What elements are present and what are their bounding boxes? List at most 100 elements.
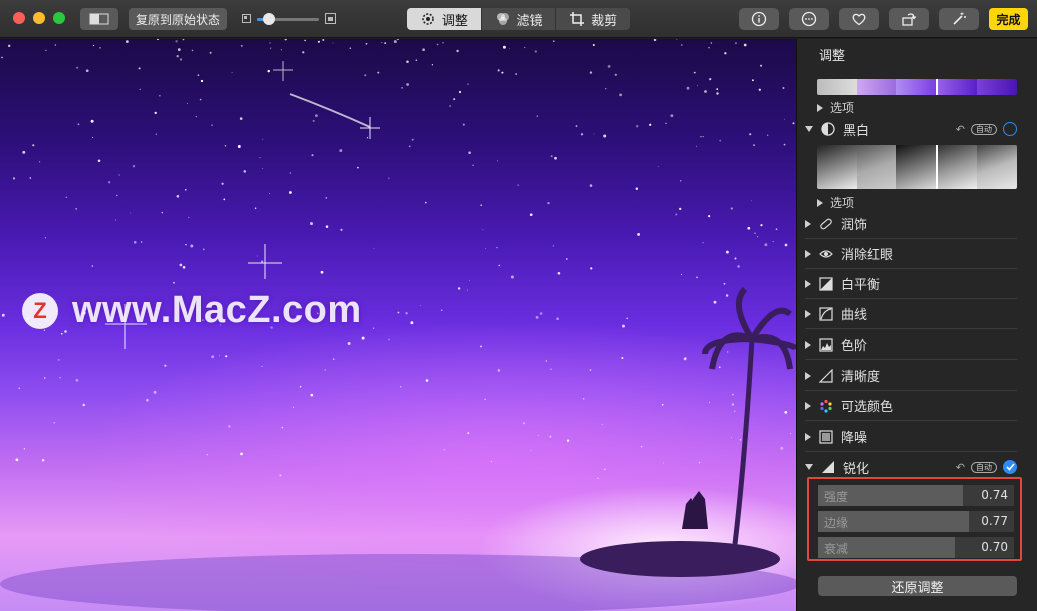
section-selective-color[interactable]: 可选颜色 <box>805 391 1017 421</box>
section-retouch[interactable]: 润饰 <box>805 209 1017 239</box>
star <box>635 124 639 128</box>
auto-enhance-button[interactable] <box>939 8 979 30</box>
star <box>458 90 462 94</box>
star <box>679 207 682 211</box>
light-thumbnail-strip[interactable] <box>817 79 1017 95</box>
favorite-button[interactable] <box>839 8 879 30</box>
section-definition[interactable]: 清晰度 <box>805 361 1017 391</box>
star <box>15 458 19 462</box>
star <box>702 135 704 138</box>
star <box>176 195 180 198</box>
bw-thumbnail-strip[interactable] <box>817 145 1017 189</box>
star <box>751 79 754 82</box>
zoom-in-icon[interactable] <box>325 13 336 24</box>
info-button[interactable] <box>739 8 779 30</box>
star <box>381 41 383 44</box>
disclosure-right-icon <box>805 432 811 441</box>
star <box>735 42 737 44</box>
revert-to-original-button[interactable]: 复原到原始状态 <box>129 8 227 30</box>
intensity-slider[interactable]: 强度 0.74 <box>818 485 1014 506</box>
auto-button[interactable]: 自动 <box>971 461 997 473</box>
section-curves-label: 曲线 <box>841 308 868 323</box>
star <box>116 194 118 197</box>
undo-icon[interactable]: ↶ <box>956 123 965 136</box>
star <box>401 87 403 89</box>
edges-slider[interactable]: 边缘 0.77 <box>818 511 1014 532</box>
section-black-white[interactable]: 黑白 ↶ 自动 <box>805 114 1017 144</box>
disclosure-right-icon <box>805 401 811 410</box>
section-levels[interactable]: 色阶 <box>805 330 1017 360</box>
star <box>223 198 226 201</box>
edges-label: 边缘 <box>824 516 849 530</box>
section-curves[interactable]: 曲线 <box>805 299 1017 329</box>
star <box>693 71 696 74</box>
star <box>365 42 368 45</box>
star <box>199 98 202 101</box>
enable-checkbox-checked[interactable] <box>1003 460 1017 474</box>
star <box>254 207 257 209</box>
star <box>219 355 220 357</box>
more-button[interactable] <box>789 8 829 30</box>
star <box>92 44 95 47</box>
star <box>53 422 55 424</box>
star <box>725 294 729 297</box>
tab-filters[interactable]: 滤镜 <box>482 8 557 30</box>
star <box>12 177 16 180</box>
star <box>698 462 701 464</box>
before-after-toggle-button[interactable] <box>80 8 118 30</box>
watermark-logo: Z <box>22 292 58 329</box>
star <box>54 44 57 46</box>
done-button[interactable]: 完成 <box>989 8 1028 30</box>
star <box>575 125 578 128</box>
window-zoom-button[interactable] <box>53 12 65 24</box>
section-white-balance[interactable]: 白平衡 <box>805 269 1017 299</box>
star <box>118 174 120 176</box>
window-minimize-button[interactable] <box>33 12 45 24</box>
tab-adjust[interactable]: 调整 <box>407 8 482 30</box>
star <box>396 39 400 41</box>
noise-reduction-icon <box>819 429 833 444</box>
star <box>320 270 324 274</box>
tab-crop[interactable]: 裁剪 <box>556 8 630 30</box>
star <box>304 39 306 42</box>
star <box>485 247 487 249</box>
star <box>138 67 141 70</box>
star <box>146 398 149 402</box>
star <box>114 219 117 221</box>
reset-adjustments-button[interactable]: 还原调整 <box>818 576 1017 596</box>
star <box>550 155 553 158</box>
star <box>496 246 498 249</box>
star <box>589 71 593 74</box>
star <box>709 401 711 403</box>
star <box>75 208 77 210</box>
star <box>361 336 365 340</box>
star <box>436 43 439 46</box>
sharpen-icon <box>821 460 835 474</box>
split-view-icon <box>89 13 109 25</box>
star <box>333 358 335 360</box>
enable-checkbox[interactable] <box>1003 122 1017 136</box>
zoom-slider-knob[interactable] <box>263 13 276 25</box>
star <box>23 448 26 450</box>
star <box>175 40 178 43</box>
star <box>529 213 533 217</box>
auto-button[interactable]: 自动 <box>971 123 997 135</box>
star <box>480 204 483 207</box>
star <box>783 143 786 146</box>
undo-icon[interactable]: ↶ <box>956 461 965 474</box>
falloff-slider[interactable]: 衰减 0.70 <box>818 537 1014 558</box>
star <box>725 250 729 254</box>
window-close-button[interactable] <box>13 12 25 24</box>
star <box>289 172 292 174</box>
rotate-button[interactable] <box>889 8 929 30</box>
star <box>411 138 414 141</box>
star <box>65 196 67 198</box>
star <box>312 119 315 122</box>
section-red-eye[interactable]: 消除红眼 <box>805 239 1017 269</box>
section-noise-reduction[interactable]: 降噪 <box>805 422 1017 452</box>
photo-canvas[interactable]: Z www.MacZ.com <box>0 39 796 611</box>
star <box>704 90 707 93</box>
star <box>719 366 721 368</box>
star <box>299 385 302 388</box>
zoom-out-icon[interactable] <box>242 14 251 23</box>
